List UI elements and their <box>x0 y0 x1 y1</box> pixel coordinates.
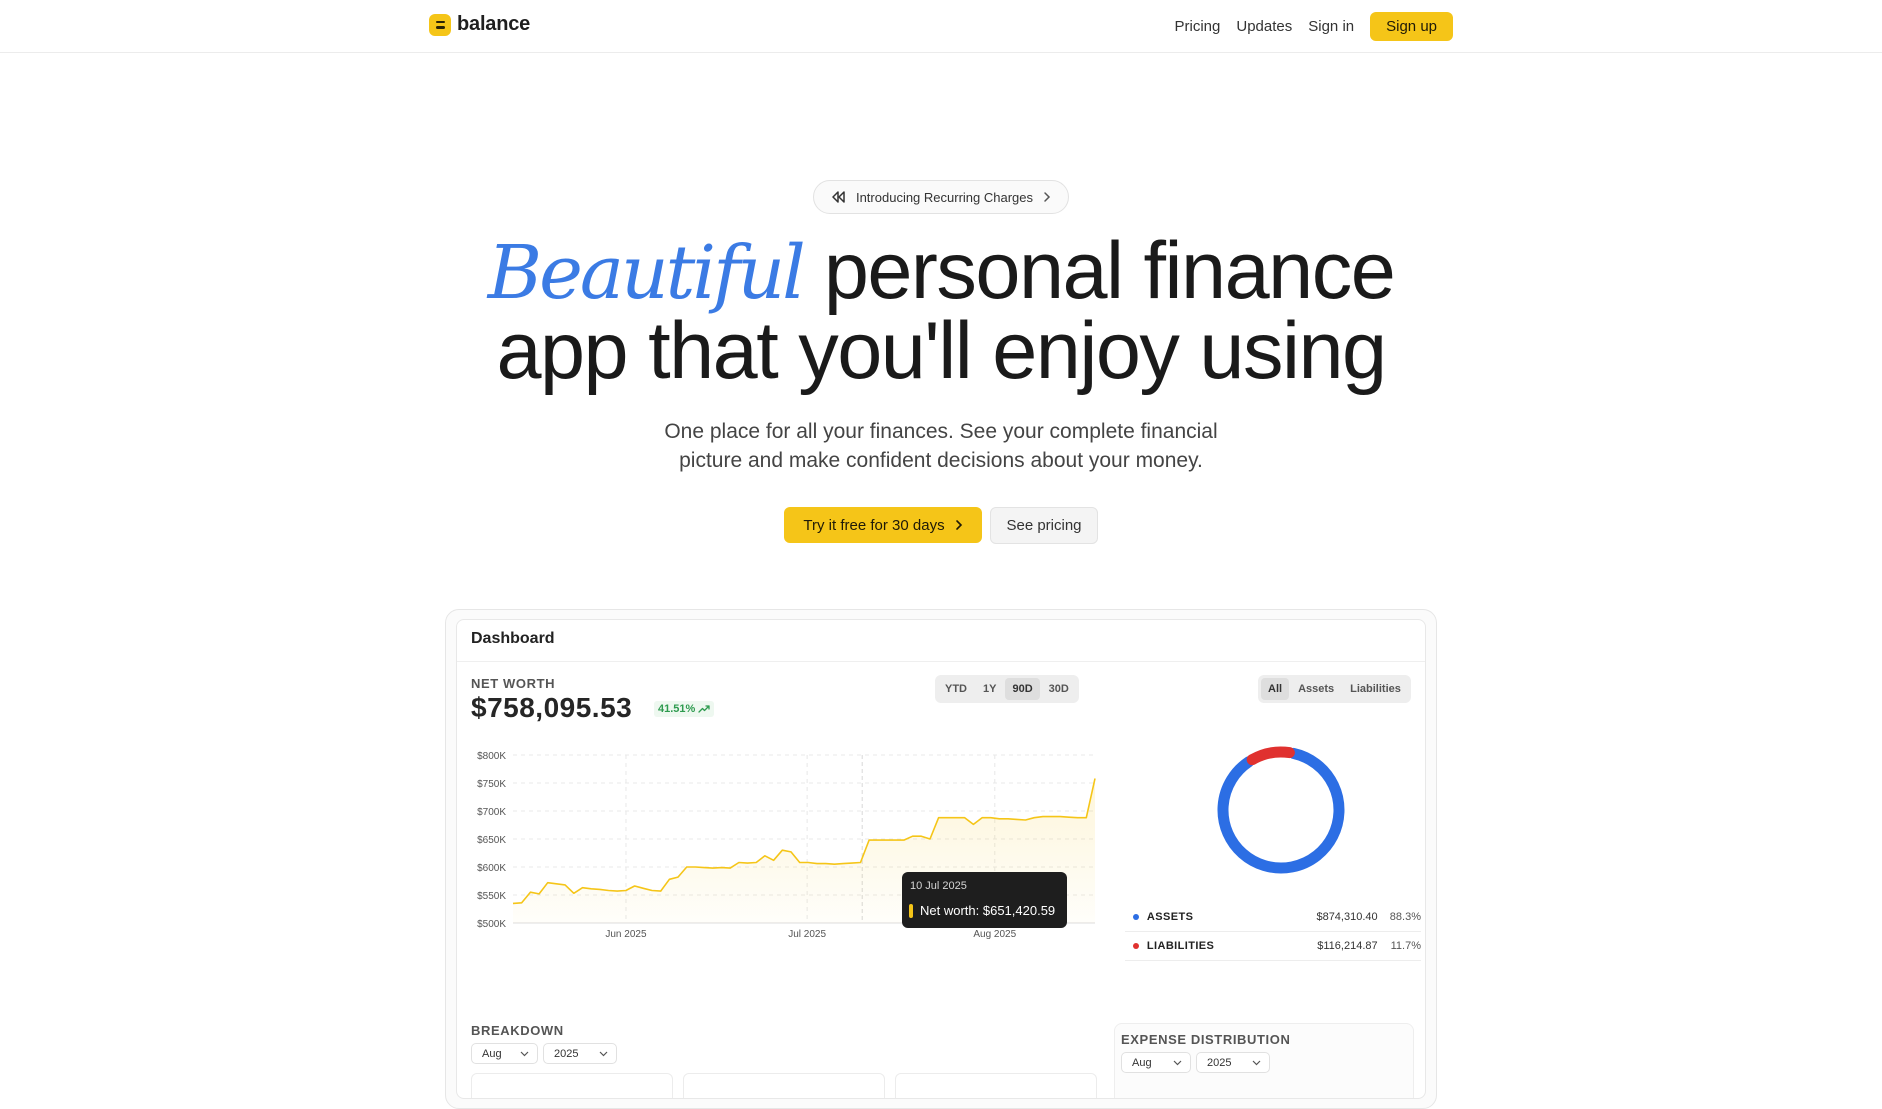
chevron-down-icon <box>1252 1060 1261 1065</box>
see-pricing-button[interactable]: See pricing <box>990 507 1098 544</box>
y-tick-label: $700K <box>477 807 506 818</box>
breakdown-month-value: Aug <box>482 1047 502 1060</box>
assets-dot <box>1133 914 1139 920</box>
legend-name-assets: ASSETS <box>1146 911 1194 923</box>
breakdown-year-value: 2025 <box>554 1047 579 1060</box>
dashboard-title: Dashboard <box>471 630 555 647</box>
hero-subtitle: One place for all your finances. See you… <box>664 420 1218 472</box>
breakdown-card <box>471 1073 673 1098</box>
x-tick-label: Jun 2025 <box>605 929 647 940</box>
range-30d[interactable]: 30D <box>1042 678 1076 700</box>
x-tick-label: Jul 2025 <box>788 929 826 940</box>
range-ytd[interactable]: YTD <box>938 678 974 700</box>
hero-title: Beautiful personal finance app that you'… <box>0 231 1882 396</box>
legend-percent-assets: 88.3% <box>1389 911 1421 923</box>
breakdown-year-select[interactable]: 2025 <box>543 1043 617 1064</box>
y-tick-label: $800K <box>477 751 506 762</box>
expense-year-value: 2025 <box>1207 1056 1232 1069</box>
donut-slice-assets[interactable] <box>1217 747 1345 874</box>
tooltip-date: 10 Jul 2025 <box>910 880 967 892</box>
filter-all[interactable]: All <box>1261 678 1290 700</box>
try-free-button[interactable]: Try it free for 30 days <box>784 507 982 543</box>
breakdown-month-select[interactable]: Aug <box>471 1043 538 1064</box>
trending-up-icon <box>698 705 710 713</box>
logo-icon <box>429 13 451 36</box>
announcement-pill[interactable]: Introducing Recurring Charges <box>813 180 1069 214</box>
nav-link-sign-in[interactable]: Sign in <box>1308 18 1354 35</box>
chevron-down-icon <box>599 1051 608 1056</box>
breakdown-card <box>895 1073 1097 1098</box>
legend-row-assets[interactable]: ASSETS $874,310.40 88.3% <box>1125 903 1421 932</box>
chevron-right-icon <box>955 520 962 530</box>
range-selector: YTD 1Y 90D 30D <box>935 675 1079 703</box>
nav-links: Pricing Updates Sign in Sign up <box>1175 12 1453 41</box>
donut-slice-liabilities[interactable] <box>1246 746 1295 766</box>
expense-year-select[interactable]: 2025 <box>1196 1052 1270 1073</box>
expense-distribution-panel: EXPENSE DISTRIBUTION Aug 2025 <box>1114 1023 1414 1098</box>
top-nav: balance Pricing Updates Sign in Sign up <box>0 0 1882 53</box>
x-tick-label: Aug 2025 <box>973 929 1016 940</box>
hero-title-line-1: Beautiful personal finance <box>0 231 1882 313</box>
tooltip-row: Net worth: $651,420.59 <box>909 903 1055 918</box>
breakdown-label: BREAKDOWN <box>471 1023 564 1038</box>
tooltip-swatch <box>909 903 913 918</box>
net-worth-change-badge: 41.51% <box>654 701 715 717</box>
breakdown-card <box>683 1073 885 1098</box>
filter-liabilities[interactable]: Liabilities <box>1343 678 1408 700</box>
expense-distribution-label: EXPENSE DISTRIBUTION <box>1121 1032 1291 1047</box>
legend-name-liabilities: LIABILITIES <box>1146 940 1215 952</box>
legend-percent-liabilities: 11.7% <box>1390 940 1421 952</box>
nav-link-pricing[interactable]: Pricing <box>1175 18 1221 35</box>
hero-title-line-2: app that you'll enjoy using <box>496 306 1387 396</box>
y-tick-label: $550K <box>477 891 506 902</box>
cta-row: Try it free for 30 days See pricing <box>784 507 1098 544</box>
hero-title-accent: Beautiful <box>487 230 806 316</box>
rewind-icon <box>832 191 845 203</box>
chevron-down-icon <box>1173 1060 1182 1065</box>
chevron-right-icon <box>1044 192 1051 202</box>
range-90d[interactable]: 90D <box>1005 678 1040 700</box>
expense-month-select[interactable]: Aug <box>1121 1052 1191 1073</box>
y-tick-label: $650K <box>477 835 506 846</box>
net-worth-label: NET WORTH <box>471 676 556 691</box>
filter-assets[interactable]: Assets <box>1291 678 1341 700</box>
dashboard-header: Dashboard <box>457 620 1425 662</box>
legend-amount-liabilities: $116,214.87 <box>1317 940 1378 952</box>
y-tick-label: $600K <box>477 863 506 874</box>
try-free-label: Try it free for 30 days <box>803 516 945 534</box>
tooltip-value: Net worth: $651,420.59 <box>920 903 1056 918</box>
announcement-text: Introducing Recurring Charges <box>855 189 1034 205</box>
y-tick-label: $750K <box>477 779 506 790</box>
chevron-down-icon <box>520 1051 529 1056</box>
type-selector: All Assets Liabilities <box>1258 675 1411 703</box>
dashboard-card: Dashboard NET WORTH $758,095.53 41.51% Y… <box>456 619 1426 1099</box>
liabilities-dot <box>1133 943 1139 949</box>
allocation-donut-chart[interactable] <box>1201 730 1361 890</box>
legend-amount-assets: $874,310.40 <box>1316 911 1378 923</box>
range-1y[interactable]: 1Y <box>976 678 1003 700</box>
logo[interactable]: balance <box>429 13 530 36</box>
hero-title-line-1-rest: personal finance <box>823 226 1396 316</box>
chart-tooltip: 10 Jul 2025 Net worth: $651,420.59 <box>902 872 1067 928</box>
logo-text: balance <box>457 13 531 35</box>
y-tick-label: $500K <box>477 919 506 930</box>
expense-month-value: Aug <box>1132 1056 1152 1069</box>
net-worth-change-value: 41.51% <box>658 703 696 715</box>
nav-link-updates[interactable]: Updates <box>1236 18 1292 35</box>
legend-row-liabilities[interactable]: LIABILITIES $116,214.87 11.7% <box>1125 932 1421 961</box>
net-worth-value: $758,095.53 <box>471 692 633 723</box>
sign-up-button[interactable]: Sign up <box>1370 12 1453 41</box>
